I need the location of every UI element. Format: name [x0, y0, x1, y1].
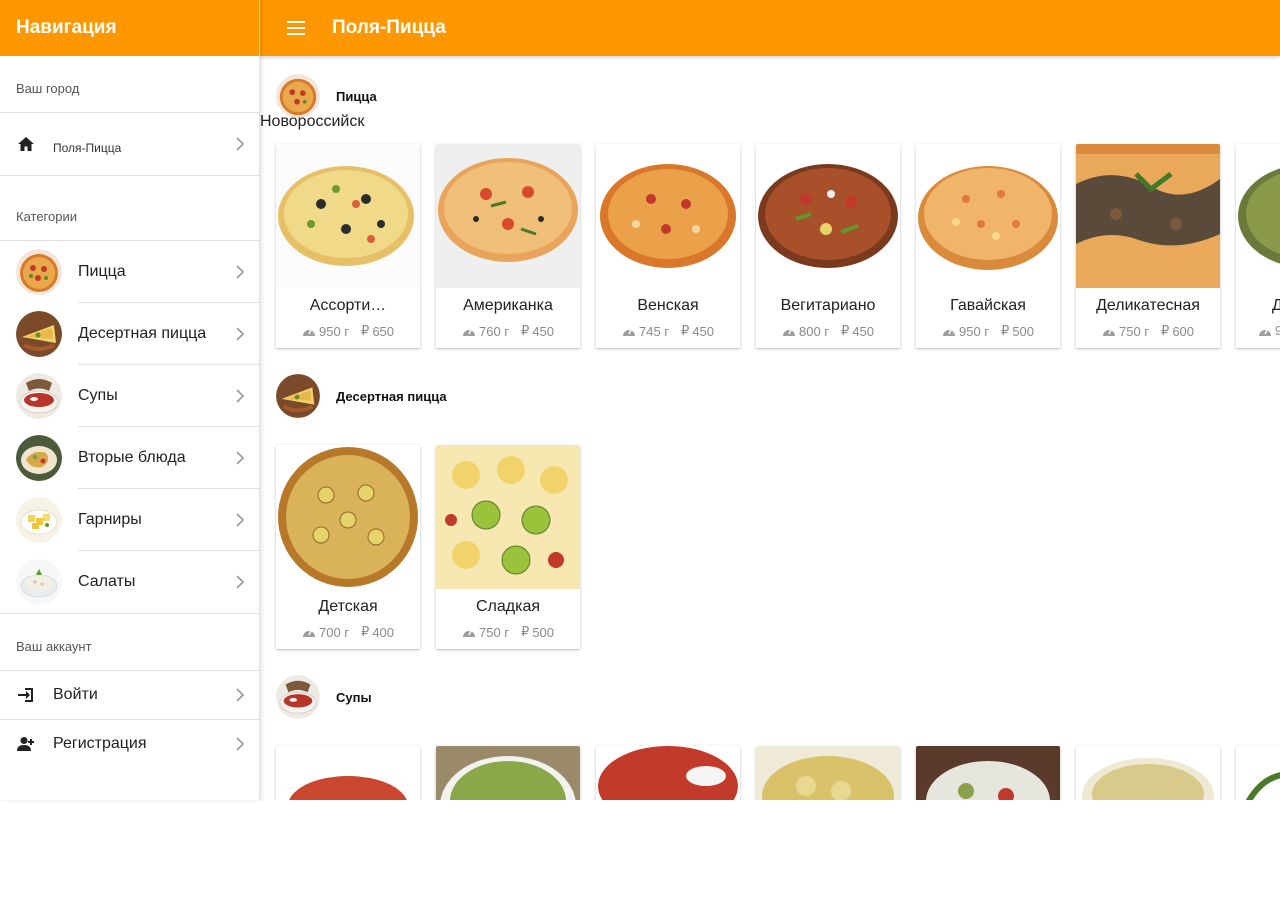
chevron-right-icon	[236, 137, 245, 151]
hamburger-menu-icon	[287, 21, 305, 35]
pizza-thumbnail	[276, 74, 320, 118]
sidebar-item-pizza[interactable]: Пицца	[0, 241, 259, 303]
chevron-right-icon	[236, 513, 245, 527]
side-dish-thumbnail	[16, 497, 62, 543]
main-course-thumbnail	[16, 435, 62, 481]
sidebar-item-label: Вторые блюда	[78, 449, 186, 466]
sidebar-item-salads[interactable]: Салаты	[0, 551, 259, 613]
city-name: Новороссийск	[260, 113, 365, 130]
sidebar-item-label: Гарниры	[78, 511, 142, 528]
city-section-title: Ваш город	[16, 81, 80, 96]
account-section-title: Ваш аккаунт	[16, 639, 92, 654]
app-title: Поля-Пицца	[332, 17, 446, 38]
categories-section-title: Категории	[16, 209, 77, 224]
add-user-icon	[16, 736, 36, 752]
chevron-right-icon	[236, 389, 245, 403]
chevron-right-icon	[236, 451, 245, 465]
sidebar-item-dessert-pizza[interactable]: Десертная пицца	[0, 303, 259, 365]
city-selector[interactable]: Новороссийск Поля-Пицца	[0, 113, 364, 175]
restaurant-name: Поля-Пицца	[53, 140, 122, 155]
sidebar-item-label: Супы	[78, 387, 118, 404]
category-title: Пицца	[336, 88, 377, 104]
home-icon	[16, 137, 36, 151]
sidebar-item-main-courses[interactable]: Вторые блюда	[0, 427, 259, 489]
menu-button[interactable]	[260, 0, 332, 56]
salad-thumbnail	[16, 559, 62, 605]
login-label: Войти	[53, 686, 98, 703]
sidebar-item-label: Пицца	[78, 263, 126, 280]
login-button[interactable]: Войти	[0, 671, 259, 719]
sidebar-item-label: Десертная пицца	[78, 325, 207, 342]
soup-thumbnail	[16, 373, 62, 419]
chevron-right-icon	[236, 737, 245, 751]
sidebar-item-side-dishes[interactable]: Гарниры	[0, 489, 259, 551]
chevron-right-icon	[236, 688, 245, 702]
pizza-thumbnail	[16, 249, 62, 295]
drawer-title: Навигация	[0, 0, 259, 56]
sidebar-item-label: Салаты	[78, 573, 136, 590]
sidebar-item-soups[interactable]: Супы	[0, 365, 259, 427]
chevron-right-icon	[236, 265, 245, 279]
dessert-pizza-thumbnail	[16, 311, 62, 357]
login-icon	[16, 687, 36, 703]
navigation-drawer: Навигация Ваш город Новороссийск Поля-Пи…	[0, 0, 364, 800]
app-bar: Поля-Пицца	[260, 0, 1280, 56]
register-button[interactable]: Регистрация	[0, 720, 259, 768]
chevron-right-icon	[236, 327, 245, 341]
chevron-right-icon	[236, 575, 245, 589]
category-header-pizza[interactable]: Пицца	[276, 74, 377, 118]
register-label: Регистрация	[53, 735, 147, 752]
